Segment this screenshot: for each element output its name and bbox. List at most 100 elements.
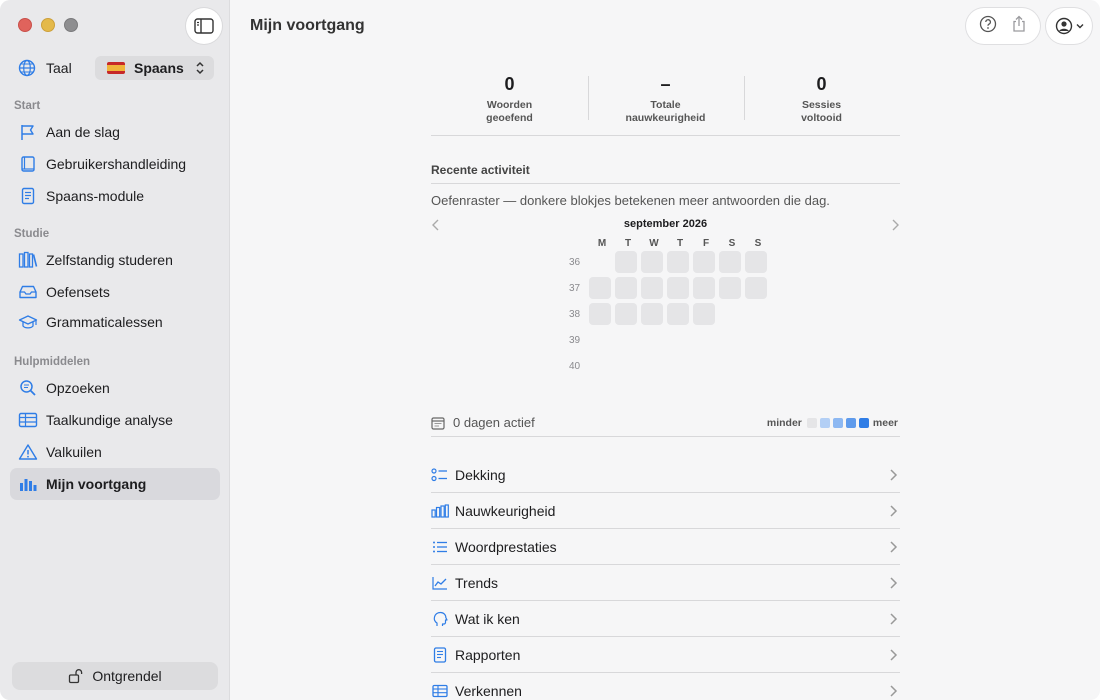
chevron-left-icon [432, 219, 439, 231]
previous-month-button[interactable] [431, 218, 441, 235]
language-select[interactable]: Spaans [95, 56, 214, 80]
menu-item-label: Nauwkeurigheid [455, 502, 556, 519]
close-window-button[interactable] [18, 18, 32, 32]
sidebar-item-taalkundige-analyse[interactable]: Taalkundige analyse [10, 404, 220, 436]
calendar-week-row: 39 [569, 327, 900, 353]
language-label: Taal [46, 60, 72, 76]
legend-more-label: meer [872, 417, 898, 429]
head-icon [431, 610, 449, 628]
sidebar-item-opzoeken[interactable]: Opzoeken [10, 372, 220, 404]
week-number: 38 [569, 308, 581, 320]
bar-chart-icon [431, 502, 449, 520]
stat-sessions-completed: 0 Sessies voltooid [743, 70, 900, 135]
menu-item-woordprestaties[interactable]: Woordprestaties [431, 529, 900, 565]
sidebar-item-oefensets[interactable]: Oefensets [10, 276, 220, 308]
menu-item-dekking[interactable]: Dekking [431, 457, 900, 493]
sidebar-item-mijn-voortgang[interactable]: Mijn voortgang [10, 468, 220, 500]
next-month-button[interactable] [890, 218, 900, 235]
flag-icon [18, 122, 38, 142]
day-cell[interactable] [667, 251, 689, 273]
empty-day-cell [615, 355, 637, 377]
checklist-icon [431, 466, 449, 484]
unlock-icon [68, 668, 84, 684]
language-row: Taal Spaans [18, 56, 214, 80]
menu-item-rapporten[interactable]: Rapporten [431, 637, 900, 673]
day-cell[interactable] [641, 251, 663, 273]
empty-day-cell [667, 329, 689, 351]
weekday-label: W [649, 238, 659, 249]
menu-item-label: Verkennen [455, 682, 522, 699]
sidebar-item-label: Spaans-module [46, 188, 145, 204]
menu-item-wat-ik-ken[interactable]: Wat ik ken [431, 601, 900, 637]
calendar-week-row: 36 [569, 249, 900, 275]
day-cell[interactable] [615, 303, 637, 325]
weekday-label: T [624, 238, 632, 249]
stat-words-practiced: 0 Woorden geoefend [432, 70, 588, 135]
empty-day-cell [745, 303, 767, 325]
sidebar-item-spaans-module[interactable]: Spaans-module [10, 180, 220, 212]
chevron-right-icon [890, 469, 898, 481]
stat-caption: Totale nauwkeurigheid [625, 99, 706, 124]
empty-day-cell [745, 329, 767, 351]
sidebar-item-grammaticalessen[interactable]: Grammaticalessen [10, 306, 220, 338]
share-button[interactable] [1010, 15, 1028, 38]
active-days-text: 0 dagen actief [453, 415, 535, 430]
language-value: Spaans [134, 60, 184, 76]
menu-item-label: Dekking [455, 466, 506, 483]
menu-item-trends[interactable]: Trends [431, 565, 900, 601]
menu-item-label: Wat ik ken [455, 610, 520, 627]
day-cell[interactable] [719, 251, 741, 273]
day-cell[interactable] [641, 277, 663, 299]
day-cell[interactable] [615, 277, 637, 299]
day-cell[interactable] [745, 251, 767, 273]
day-cell[interactable] [589, 277, 611, 299]
sidebar-item-zelfstandig-studeren[interactable]: Zelfstandig studeren [10, 244, 220, 276]
sidebar-item-valkuilen[interactable]: Valkuilen [10, 436, 220, 468]
chevron-right-icon [890, 613, 898, 625]
app-window: Taal Spaans Start Aan de slag Gebruikers… [0, 0, 1100, 700]
sidebar-item-label: Grammaticalessen [46, 314, 163, 330]
sidebar-item-aan-de-slag[interactable]: Aan de slag [10, 116, 220, 148]
account-menu-button[interactable] [1046, 8, 1092, 44]
magnifier-icon [18, 378, 38, 398]
zoom-window-button[interactable] [64, 18, 78, 32]
sidebar: Taal Spaans Start Aan de slag Gebruikers… [0, 0, 230, 700]
day-cell[interactable] [589, 303, 611, 325]
globe-icon [18, 59, 36, 77]
menu-item-nauwkeurigheid[interactable]: Nauwkeurigheid [431, 493, 900, 529]
day-cell[interactable] [693, 251, 715, 273]
calendar-month: september 2026 [623, 218, 708, 230]
question-circle-icon [979, 15, 996, 32]
empty-day-cell [719, 355, 741, 377]
sidebar-item-gebruikershandleiding[interactable]: Gebruikershandleiding [10, 148, 220, 180]
document-icon [18, 186, 38, 206]
progress-menu-list: Dekking Nauwkeurigheid Woordprestaties T… [431, 457, 900, 700]
chevron-right-icon [890, 541, 898, 553]
sidebar-item-label: Gebruikershandleiding [46, 156, 187, 172]
menu-item-label: Woordprestaties [455, 538, 557, 555]
share-icon [1012, 15, 1025, 32]
chevron-down-icon [1076, 24, 1083, 29]
week-number: 39 [569, 334, 581, 346]
day-cell[interactable] [641, 303, 663, 325]
empty-day-cell [693, 355, 715, 377]
day-cell[interactable] [693, 277, 715, 299]
calendar-week-row: 37 [569, 275, 900, 301]
day-cell[interactable] [667, 277, 689, 299]
unlock-button[interactable]: Ontgrendel [12, 662, 218, 690]
empty-day-cell [641, 329, 663, 351]
day-cell[interactable] [745, 277, 767, 299]
sidebar-item-label: Opzoeken [46, 380, 110, 396]
help-button[interactable] [979, 15, 997, 38]
sidebar-toggle-button[interactable] [186, 8, 222, 44]
section-start: Start [14, 100, 41, 112]
menu-item-verkennen[interactable]: Verkennen [431, 673, 900, 700]
section-studie: Studie [14, 228, 50, 240]
recent-activity-heading: Recente activiteit [431, 163, 900, 184]
day-cell[interactable] [719, 277, 741, 299]
day-cell[interactable] [693, 303, 715, 325]
updown-chevron-icon [196, 61, 204, 75]
minimize-window-button[interactable] [41, 18, 55, 32]
day-cell[interactable] [667, 303, 689, 325]
day-cell[interactable] [615, 251, 637, 273]
